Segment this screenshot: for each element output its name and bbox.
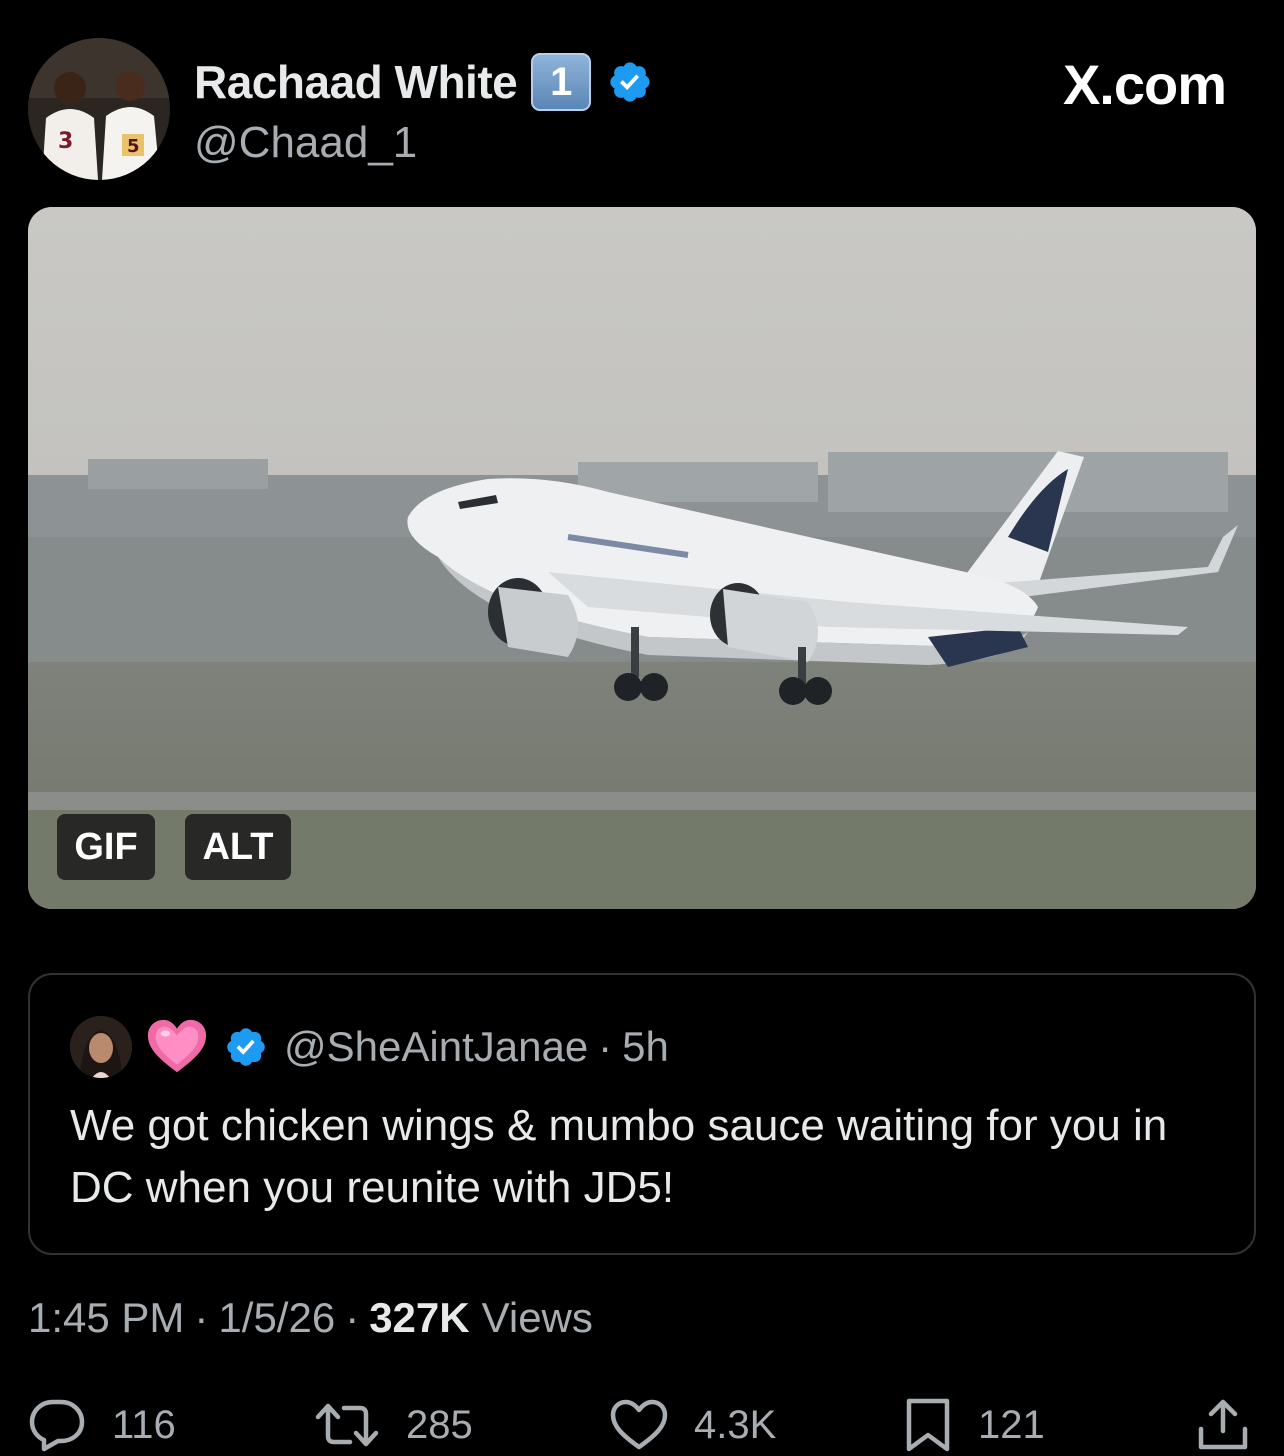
author-handle[interactable]: @Chaad_1 — [194, 118, 417, 168]
meta-separator: · — [345, 1294, 360, 1341]
quoted-author-avatar[interactable] — [70, 1016, 132, 1078]
retweet-icon — [315, 1403, 379, 1447]
alt-text-button[interactable]: ALT — [185, 814, 291, 880]
x-brand-label: X.com — [1062, 53, 1227, 116]
views-count[interactable]: 327K — [369, 1294, 469, 1342]
tweet-date[interactable]: 1/5/26 — [218, 1294, 335, 1342]
quoted-author-handle[interactable]: @SheAintJanae — [284, 1023, 588, 1071]
heart-icon — [610, 1399, 668, 1450]
author-name[interactable]: Rachaad White — [194, 55, 518, 109]
keycap-one-emoji: 1 — [531, 53, 592, 111]
reply-count: 116 — [112, 1402, 176, 1447]
like-count: 4.3K — [694, 1402, 777, 1447]
bookmark-button[interactable]: 121 — [904, 1390, 1045, 1456]
svg-text:3: 3 — [58, 129, 73, 154]
reply-button[interactable]: 116 — [28, 1390, 176, 1456]
bookmark-count: 121 — [978, 1402, 1045, 1447]
quoted-separator: · — [598, 1023, 613, 1070]
quoted-tweet-card[interactable]: @SheAintJanae · 5h We got chicken wings … — [28, 973, 1256, 1255]
quoted-timestamp[interactable]: 5h — [622, 1023, 669, 1071]
quoted-tweet-text: We got chicken wings & mumbo sauce waiti… — [70, 1101, 1168, 1212]
share-button[interactable] — [1196, 1390, 1250, 1456]
tweet-time[interactable]: 1:45 PM — [28, 1294, 184, 1342]
author-avatar[interactable]: 3 5 — [28, 38, 170, 180]
retweet-count: 285 — [406, 1402, 473, 1447]
pink-heart-emoji-icon — [147, 1019, 207, 1073]
gif-badge: GIF — [57, 814, 155, 880]
verified-badge-icon — [610, 62, 650, 102]
tweet-meta: 1:45 PM · 1/5/26 · 327K Views — [28, 1294, 593, 1342]
airplane-image — [28, 207, 1256, 909]
bookmark-icon — [906, 1398, 950, 1452]
tweet-header: 3 5 Rachaad White 1 @Chaad_1 X.com — [28, 38, 1228, 180]
views-label: Views — [481, 1294, 593, 1341]
svg-text:5: 5 — [127, 136, 140, 157]
reply-icon — [29, 1399, 85, 1452]
retweet-button[interactable]: 285 — [314, 1390, 473, 1456]
tweet-media[interactable]: GIF ALT — [28, 207, 1256, 909]
author-name-row: Rachaad White 1 — [194, 53, 653, 111]
action-bar: 116 285 4.3K 121 — [0, 1390, 1284, 1456]
share-icon — [1198, 1399, 1248, 1450]
meta-separator: · — [194, 1294, 209, 1341]
verified-badge-icon — [227, 1028, 265, 1066]
quoted-tweet-header: @SheAintJanae · 5h — [70, 1015, 669, 1079]
like-button[interactable]: 4.3K — [610, 1390, 776, 1456]
